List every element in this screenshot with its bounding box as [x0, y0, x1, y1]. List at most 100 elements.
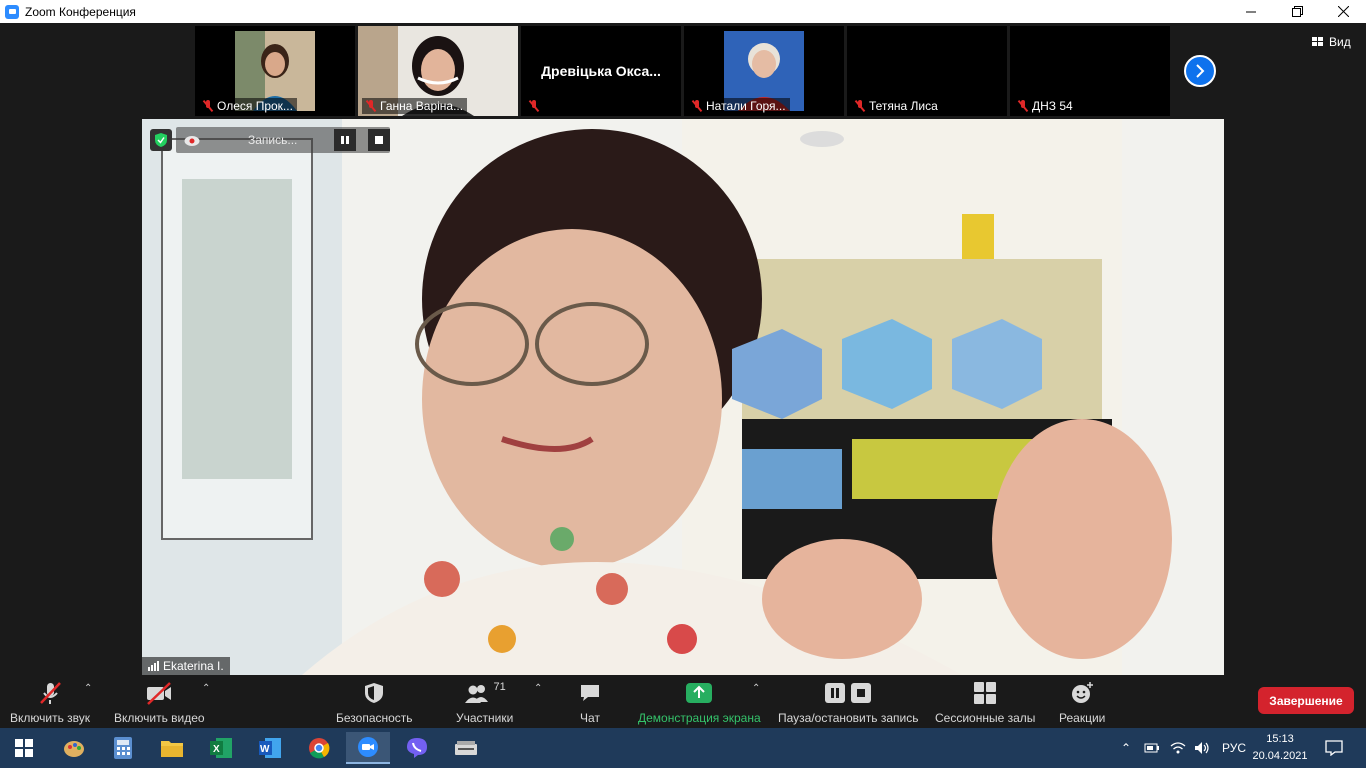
participants-count: 71 [493, 681, 506, 693]
pause-stop-recording-button[interactable]: Пауза/остановить запись [778, 681, 918, 725]
breakout-rooms-label: Сессионные залы [935, 711, 1036, 725]
mic-muted-icon [855, 100, 865, 112]
taskbar-file-explorer[interactable] [150, 732, 194, 764]
participants-label: Участники [456, 711, 514, 725]
reactions-button[interactable]: Реакции [1059, 681, 1105, 725]
stop-recording-button[interactable] [368, 129, 390, 151]
volume-icon[interactable] [1194, 741, 1210, 755]
close-icon [1337, 6, 1349, 17]
recording-label: Запись... [248, 133, 298, 147]
participants-options-caret-icon[interactable]: ⌃ [534, 683, 542, 694]
minimize-icon [1246, 11, 1256, 12]
breakout-rooms-button[interactable]: Сессионные залы [935, 681, 1035, 725]
share-options-caret-icon[interactable]: ⌃ [752, 683, 760, 694]
active-speaker-video: Запись... Ekaterina I. [142, 119, 1224, 675]
video-options-caret-icon[interactable]: ⌃ [202, 683, 210, 694]
stop-recording-icon [851, 683, 872, 703]
cloud-recording-icon [184, 135, 200, 146]
unmute-button[interactable]: Включить звук [10, 681, 90, 725]
close-button[interactable] [1320, 0, 1366, 23]
zoom-icon [358, 737, 378, 757]
share-screen-icon [686, 683, 713, 703]
security-button[interactable]: Безопасность [336, 681, 413, 725]
audio-options-caret-icon[interactable]: ⌃ [84, 683, 92, 694]
chevron-right-icon [1196, 64, 1205, 78]
taskbar-paint-app[interactable] [52, 732, 96, 764]
active-speaker-name-tag: Ekaterina I. [142, 657, 230, 675]
taskbar-scanner[interactable] [444, 732, 488, 764]
security-shield-icon [150, 129, 172, 151]
participant-name-tag: Ганна Варіна... [362, 98, 468, 114]
share-screen-label: Демонстрация экрана [638, 711, 761, 725]
active-speaker-name: Ekaterina I. [163, 659, 224, 673]
cloud-recording-indicator: Запись... [176, 127, 390, 153]
taskbar-calculator-app[interactable] [101, 732, 145, 764]
signal-strength-icon [148, 661, 159, 671]
participant-name: ДНЗ 54 [1032, 99, 1073, 113]
tray-overflow-icon[interactable]: ⌃ [1118, 741, 1134, 755]
pause-recording-button[interactable] [334, 129, 356, 151]
participant-name-tag: Олеся Прок... [199, 98, 297, 114]
windows-logo-icon [15, 739, 33, 757]
shield-icon [365, 683, 384, 703]
taskbar-zoom[interactable] [346, 732, 390, 764]
taskbar-viber[interactable] [395, 732, 439, 764]
taskbar-word[interactable]: W [248, 732, 292, 764]
participant-tile[interactable]: Ганна Варіна... [358, 26, 518, 116]
chat-label: Чат [580, 711, 600, 725]
grid-view-icon [1312, 37, 1323, 46]
input-language[interactable]: РУС [1222, 741, 1246, 755]
participant-name: Олеся Прок... [217, 99, 293, 113]
participant-tile[interactable]: Древіцька Окса... [521, 26, 681, 116]
mic-muted-icon [692, 100, 702, 112]
next-page-button[interactable] [1184, 55, 1216, 87]
mic-muted-icon [203, 100, 213, 112]
unmute-label: Включить звук [10, 711, 91, 725]
video-off-icon [147, 682, 172, 705]
participants-icon [464, 685, 488, 703]
notifications-icon [1325, 740, 1343, 756]
participant-name: Тетяна Лиса [869, 99, 938, 113]
end-meeting-button[interactable]: Завершение [1258, 687, 1354, 714]
restore-button[interactable] [1274, 0, 1320, 23]
stop-icon [375, 136, 383, 144]
start-video-label: Включить видео [114, 711, 205, 725]
participant-name-tag: Тетяна Лиса [851, 98, 942, 114]
minimize-button[interactable] [1228, 0, 1274, 23]
restore-icon [1291, 6, 1303, 17]
mic-muted-icon [529, 100, 539, 112]
pause-icon [341, 136, 349, 144]
participant-name-tag: ДНЗ 54 [1014, 98, 1077, 114]
mic-muted-icon [366, 100, 376, 112]
chrome-icon [309, 738, 330, 759]
participant-tile[interactable]: Натали Горя... [684, 26, 844, 116]
wifi-icon[interactable] [1170, 741, 1186, 755]
windows-taskbar: X W ⌃ РУС 15:13 20.04.2021 [0, 728, 1366, 768]
participant-tile[interactable]: Тетяна Лиса [847, 26, 1007, 116]
pause-recording-icon [825, 683, 846, 703]
share-screen-button[interactable]: Демонстрация экрана [638, 681, 761, 725]
clock-time: 15:13 [1266, 733, 1294, 745]
taskbar-excel[interactable]: X [199, 732, 243, 764]
participant-name: Ганна Варіна... [380, 99, 464, 113]
taskbar-chrome[interactable] [297, 732, 341, 764]
participant-tile[interactable]: Олеся Прок... [195, 26, 355, 116]
mic-muted-icon [1018, 100, 1028, 112]
calculator-icon [114, 737, 132, 759]
notifications-button[interactable] [1312, 732, 1356, 764]
system-clock[interactable]: 15:13 20.04.2021 [1252, 731, 1308, 765]
battery-icon[interactable] [1144, 742, 1160, 754]
breakout-rooms-icon [974, 682, 997, 704]
clock-date: 20.04.2021 [1252, 750, 1308, 762]
window-title: Zoom Конференция [25, 4, 136, 19]
security-label: Безопасность [336, 711, 413, 725]
start-video-button[interactable]: Включить видео [114, 681, 205, 725]
participants-button[interactable]: 71 Участники [456, 681, 513, 725]
view-label: Вид [1329, 35, 1351, 49]
svg-text:W: W [260, 744, 270, 755]
chat-button[interactable]: Чат [579, 681, 601, 725]
start-button[interactable] [2, 732, 46, 764]
view-button[interactable]: Вид [1312, 35, 1351, 49]
zoom-logo-icon [5, 4, 19, 19]
participant-tile[interactable]: ДНЗ 54 [1010, 26, 1170, 116]
